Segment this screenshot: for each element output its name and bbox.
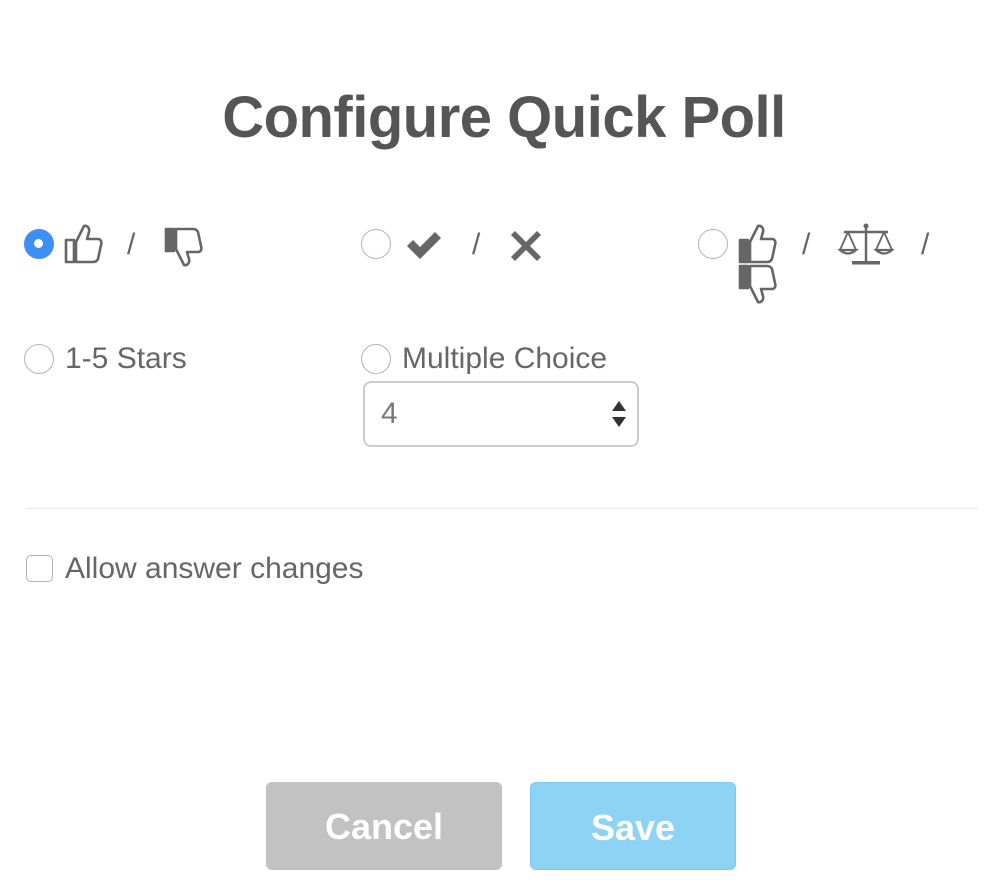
allow-answer-changes-checkbox[interactable] xyxy=(26,555,53,582)
configure-quick-poll-dialog: Configure Quick Poll / / / / 1-5 Stars M… xyxy=(0,0,1008,896)
thumbs-up-icon xyxy=(738,222,778,264)
radio-check-x[interactable] xyxy=(361,229,391,259)
save-button[interactable]: Save xyxy=(530,782,736,870)
choice-count-select[interactable]: 4 xyxy=(363,381,639,447)
separator-slash: / xyxy=(472,228,481,261)
stars-label[interactable]: 1-5 Stars xyxy=(65,342,187,376)
thumbs-down-icon xyxy=(164,227,204,269)
radio-thumbs-neutral[interactable] xyxy=(698,229,728,259)
thumbs-down-icon xyxy=(738,264,778,306)
divider xyxy=(26,508,978,509)
radio-stars[interactable] xyxy=(24,344,54,374)
cancel-button[interactable]: Cancel xyxy=(266,782,502,870)
separator-slash: / xyxy=(921,228,930,261)
thumbs-up-icon xyxy=(64,222,104,264)
allow-answer-changes-label[interactable]: Allow answer changes xyxy=(65,552,364,586)
separator-slash: / xyxy=(802,228,811,261)
radio-multiple-choice[interactable] xyxy=(361,344,391,374)
x-icon xyxy=(510,230,542,262)
scale-icon xyxy=(838,222,894,268)
separator-slash: / xyxy=(127,228,136,261)
radio-thumbs-up-down[interactable] xyxy=(24,229,54,259)
check-icon xyxy=(404,229,444,261)
multiple-choice-label[interactable]: Multiple Choice xyxy=(402,342,607,376)
dialog-title: Configure Quick Poll xyxy=(222,85,786,150)
up-down-arrows-icon xyxy=(611,399,627,434)
choice-count-value: 4 xyxy=(381,397,398,430)
